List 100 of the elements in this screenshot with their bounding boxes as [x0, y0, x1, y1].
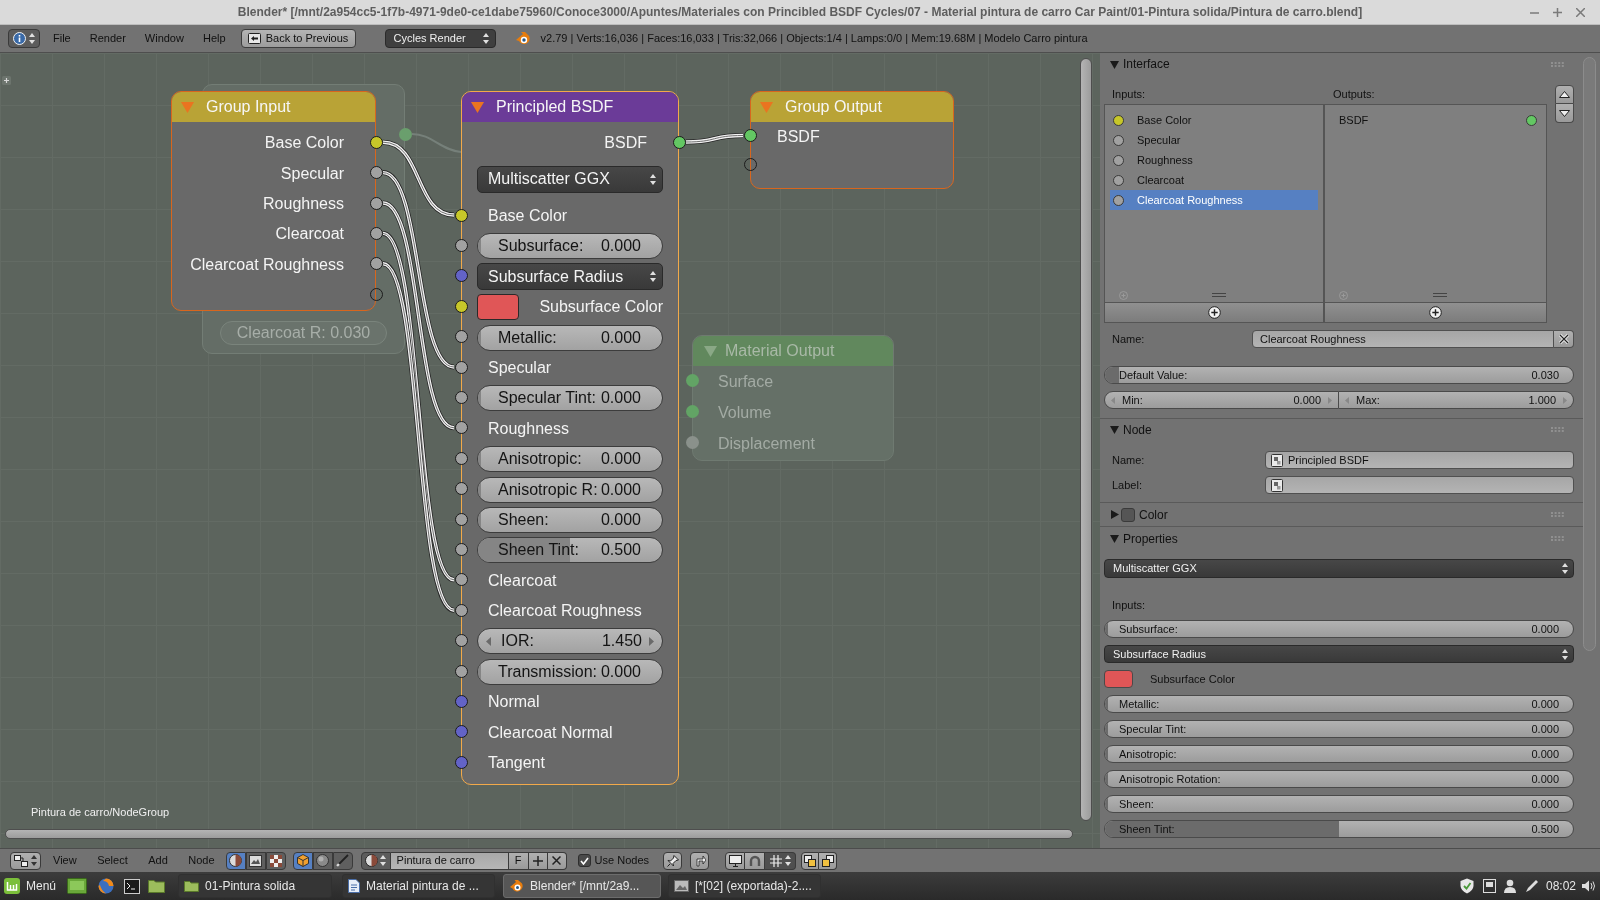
list-item[interactable]: Specular	[1110, 130, 1318, 150]
label-field[interactable]	[1265, 476, 1574, 494]
folder-icon[interactable]	[148, 879, 166, 893]
maximize-icon[interactable]	[1553, 7, 1562, 17]
disclosure-triangle-icon[interactable]	[1110, 534, 1119, 543]
backdrop-button[interactable]	[725, 851, 746, 870]
socket-icon[interactable]	[454, 482, 468, 496]
dropdown[interactable]: Subsurface Radius	[477, 263, 663, 291]
panel-header[interactable]: Interface	[1104, 53, 1574, 75]
render-engine-dropdown[interactable]: Cycles Render	[384, 29, 496, 48]
snap-button[interactable]	[765, 851, 797, 870]
slider-field[interactable]: Specular Tint: 0.000	[477, 385, 663, 412]
desktop-icon[interactable]	[67, 878, 88, 894]
slider-field[interactable]: Sheen: 0.000	[1104, 795, 1574, 813]
shield-icon[interactable]	[1459, 878, 1474, 894]
checkbox[interactable]	[577, 854, 591, 867]
slider-field[interactable]: Transmission: 0.000	[477, 658, 663, 685]
list-item[interactable]: BSDF	[1330, 110, 1541, 130]
copy-button[interactable]	[801, 851, 820, 870]
fake-user-button[interactable]: F	[508, 851, 529, 870]
swatch-icon[interactable]	[477, 294, 519, 321]
slider-field[interactable]: Specular Tint: 0.000	[1104, 720, 1574, 738]
socket-icon[interactable]	[454, 421, 468, 435]
paste-button[interactable]	[819, 851, 838, 870]
pin-button[interactable]	[663, 851, 683, 870]
disclosure-triangle-icon[interactable]	[1110, 59, 1119, 69]
use-nodes-checkbox[interactable]: Use Nodes	[577, 852, 650, 869]
menu-item[interactable]: Render	[89, 30, 126, 47]
socket-icon[interactable]	[454, 330, 468, 344]
new-material-button[interactable]	[528, 851, 548, 870]
panel-header[interactable]: Properties	[1104, 527, 1574, 550]
slider-field[interactable]: Anisotropic: 0.000	[1104, 745, 1574, 763]
material-browse-button[interactable]	[360, 851, 391, 870]
shader-type-button[interactable]	[292, 851, 313, 870]
tree-type-button[interactable]	[225, 851, 246, 870]
taskbar-window-button[interactable]: Blender* [/mnt/2a9...	[503, 874, 662, 898]
snap-toggle-button[interactable]	[745, 851, 766, 870]
list-item[interactable]: Roughness	[1110, 150, 1318, 170]
checkbox[interactable]	[1121, 507, 1135, 522]
menu-item[interactable]: Window	[144, 30, 184, 47]
shader-type-button[interactable]	[312, 851, 333, 870]
menu-item[interactable]: File	[53, 30, 71, 47]
move-down-button[interactable]	[1555, 104, 1574, 123]
pen-icon[interactable]	[1524, 879, 1539, 893]
swatch-icon[interactable]	[1104, 670, 1133, 688]
slider-field[interactable]: Sheen Tint: 0.500	[477, 537, 663, 564]
slider-field[interactable]: Anisotropic Rotation: 0.000	[1104, 770, 1574, 788]
slider-field[interactable]: Subsurface: 0.000	[477, 233, 663, 260]
slider-field[interactable]: Anisotropic R: 0.000	[477, 476, 663, 503]
slider-field[interactable]: Metallic: 0.000	[477, 324, 663, 351]
close-icon[interactable]	[1576, 7, 1585, 17]
number-field[interactable]: IOR: 1.450	[477, 628, 663, 655]
scrollbar-thumb[interactable]	[1080, 58, 1092, 821]
disclosure-triangle-icon[interactable]	[1110, 510, 1119, 519]
move-up-button[interactable]	[1555, 85, 1574, 104]
node-link[interactable]	[381, 200, 456, 431]
node-link[interactable]	[382, 170, 455, 370]
menu-item[interactable]: Add	[148, 852, 168, 869]
menu-item[interactable]: Node	[188, 852, 215, 869]
socket-icon[interactable]	[454, 634, 468, 648]
scrollbar-thumb[interactable]	[1583, 57, 1596, 651]
menu-item[interactable]: Select	[97, 852, 128, 869]
editor-type-button[interactable]	[10, 851, 41, 870]
taskbar-window-button[interactable]: 01-Pintura solida	[178, 874, 333, 898]
person-icon[interactable]	[1503, 879, 1516, 893]
dropdown[interactable]: Subsurface Radius	[1104, 645, 1574, 663]
scrollbar-thumb[interactable]	[5, 829, 1073, 839]
slider-field[interactable]: Metallic: 0.000	[1104, 695, 1574, 713]
node-link[interactable]	[381, 231, 456, 582]
name-field[interactable]: Principled BSDF	[1265, 451, 1574, 469]
slider-field[interactable]: Default Value: 0.030	[1104, 366, 1574, 384]
list-item[interactable]: Clearcoat	[1110, 170, 1318, 190]
clock[interactable]: 08:02	[1545, 877, 1576, 895]
shader-node[interactable]	[461, 91, 679, 786]
menu-item[interactable]: View	[53, 852, 77, 869]
parent-tree-button[interactable]	[690, 851, 710, 870]
dropdown[interactable]: Multiscatter GGX	[477, 165, 663, 193]
slider-field[interactable]: Sheen Tint: 0.500	[1104, 820, 1574, 838]
slider-field[interactable]: Anisotropic: 0.000	[477, 446, 663, 473]
number-field[interactable]: Min: 0.000	[1104, 391, 1339, 409]
browser-icon[interactable]	[98, 878, 115, 894]
unlink-button[interactable]	[547, 851, 567, 870]
number-field[interactable]: Max: 1.000	[1339, 391, 1574, 409]
panel-header[interactable]: Color	[1104, 503, 1574, 526]
name-field[interactable]: Clearcoat Roughness	[1252, 330, 1554, 348]
node-link[interactable]	[381, 261, 456, 613]
editor-type-button[interactable]	[8, 29, 40, 48]
material-name-field[interactable]: Pintura de carro	[390, 851, 509, 870]
shader-type-button[interactable]	[332, 851, 353, 870]
window-list-icon[interactable]	[1482, 879, 1496, 893]
volume-icon[interactable]	[1582, 880, 1596, 892]
clear-button[interactable]	[1554, 330, 1574, 348]
slider-field[interactable]: Sheen: 0.000	[477, 506, 663, 533]
taskbar-window-button[interactable]: [*[02] (exportada)-2....	[668, 874, 822, 898]
menu-item[interactable]: Help	[202, 30, 226, 47]
panel-header[interactable]: Node	[1104, 419, 1574, 440]
terminal-icon[interactable]	[124, 878, 141, 894]
collapse-triangle-icon[interactable]	[471, 101, 484, 113]
disclosure-triangle-icon[interactable]	[1110, 425, 1119, 434]
start-menu-button[interactable]: Menú	[4, 877, 57, 895]
